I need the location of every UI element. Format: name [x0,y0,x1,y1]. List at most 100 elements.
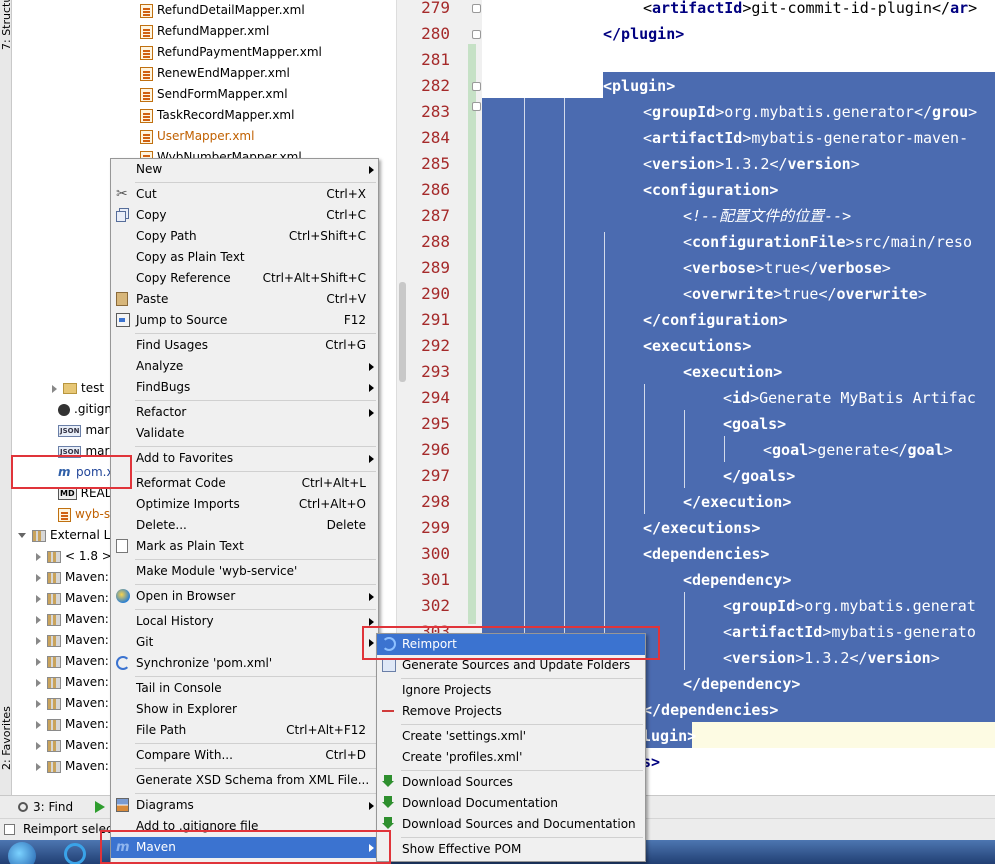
menu-item-reformat-code[interactable]: Reformat Code Ctrl+Alt+L [111,473,378,494]
menu-item-compare-with[interactable]: Compare With... Ctrl+D [111,745,378,766]
menu-item-synchronize-pom-xml[interactable]: Synchronize 'pom.xml' [111,653,378,674]
tree-item[interactable]: RefundPaymentMapper.xml [140,42,322,63]
menu-item-download-sources-and-documentation[interactable]: Download Sources and Documentation [377,814,645,835]
expand-arrow-icon[interactable] [36,615,41,624]
git-file-icon [58,403,70,416]
start-button[interactable] [8,842,36,864]
expand-arrow-icon[interactable] [36,699,41,708]
run-icon[interactable] [95,801,105,813]
tree-item[interactable]: RefundDetailMapper.xml [140,0,305,21]
menu-item-generate-xsd-schema-from-xml-file[interactable]: Generate XSD Schema from XML File... [111,770,378,791]
fold-marker-icon[interactable] [472,82,481,91]
menu-item-tail-in-console[interactable]: Tail in Console [111,678,378,699]
tree-item[interactable]: UserMapper.xml [140,126,254,147]
tree-scrollbar-thumb[interactable] [399,282,406,382]
expand-arrow-icon[interactable] [36,573,41,582]
menu-item-findbugs[interactable]: FindBugs [111,377,378,398]
menu-item-download-documentation[interactable]: Download Documentation [377,793,645,814]
tree-item[interactable]: Maven: [36,609,109,630]
menu-item-mark-as-plain-text[interactable]: Mark as Plain Text [111,536,378,557]
tree-item[interactable]: Maven: [36,651,109,672]
menu-item-find-usages[interactable]: Find Usages Ctrl+G [111,335,378,356]
menu-item-cut[interactable]: Cut Ctrl+X [111,184,378,205]
expand-arrow-icon[interactable] [36,741,41,750]
status-toggle-icon[interactable] [4,824,15,835]
menu-item-copy-as-plain-text[interactable]: Copy as Plain Text [111,247,378,268]
code-line: </executions> [643,515,760,541]
menu-item-open-in-browser[interactable]: Open in Browser [111,586,378,607]
menu-item-label: Make Module 'wyb-service' [136,564,298,578]
menu-item-git[interactable]: Git [111,632,378,653]
tree-item[interactable]: Maven: [36,693,109,714]
fold-marker-icon[interactable] [472,30,481,39]
collapse-arrow-icon[interactable] [18,533,26,538]
menu-item-copy-path[interactable]: Copy Path Ctrl+Shift+C [111,226,378,247]
menu-item-label: Synchronize 'pom.xml' [136,656,273,670]
menu-item-label: Copy as Plain Text [136,250,245,264]
tree-item[interactable]: Maven: [36,630,109,651]
find-tool-button[interactable]: 3: Find [18,800,73,814]
menu-item-validate[interactable]: Validate [111,423,378,444]
tree-item[interactable]: test [52,378,104,399]
menu-item-refactor[interactable]: Refactor [111,402,378,423]
tree-item[interactable]: wyb-se [58,504,118,525]
menu-item-diagrams[interactable]: Diagrams [111,795,378,816]
menu-item-create-profiles-xml[interactable]: Create 'profiles.xml' [377,747,645,768]
menu-item-label: Find Usages [136,338,209,352]
expand-arrow-icon[interactable] [36,552,41,561]
menu-item-optimize-imports[interactable]: Optimize Imports Ctrl+Alt+O [111,494,378,515]
tree-item[interactable]: Maven: [36,672,109,693]
library-icon [47,592,61,605]
tree-item[interactable]: Maven: [36,714,109,735]
menu-item-add-to-favorites[interactable]: Add to Favorites [111,448,378,469]
line-number: 283 [421,102,450,121]
menu-item-show-effective-pom[interactable]: Show Effective POM [377,839,645,860]
menu-item-copy-reference[interactable]: Copy Reference Ctrl+Alt+Shift+C [111,268,378,289]
tree-item[interactable]: < 1.8 > [36,546,112,567]
menu-item-paste[interactable]: Paste Ctrl+V [111,289,378,310]
menu-item-delete[interactable]: Delete... Delete [111,515,378,536]
fold-marker-icon[interactable] [472,102,481,111]
tree-item[interactable]: Maven: [36,588,109,609]
menu-item-label: Compare With... [136,748,233,762]
code-line: <version>1.3.2</version> [643,155,860,173]
expand-arrow-icon[interactable] [36,657,41,666]
tree-item[interactable]: RefundMapper.xml [140,21,269,42]
menu-item-analyze[interactable]: Analyze [111,356,378,377]
menu-item-new[interactable]: New [111,159,378,180]
menu-item-make-module-wyb-service[interactable]: Make Module 'wyb-service' [111,561,378,582]
expand-arrow-icon[interactable] [36,594,41,603]
menu-item-local-history[interactable]: Local History [111,611,378,632]
expand-arrow-icon[interactable] [36,636,41,645]
xml-tag: <dependency> [683,571,792,589]
menu-item-create-settings-xml[interactable]: Create 'settings.xml' [377,726,645,747]
plain-text-icon [116,539,128,553]
menu-separator [401,770,643,771]
menu-item-file-path[interactable]: File Path Ctrl+Alt+F12 [111,720,378,741]
menu-item-label: Download Sources and Documentation [402,817,636,831]
menu-item-show-in-explorer[interactable]: Show in Explorer [111,699,378,720]
internet-explorer-icon[interactable] [64,843,86,864]
xml-tag-name: groupId [652,103,716,121]
fold-marker-icon[interactable] [472,4,481,13]
submenu-arrow-icon [369,384,374,392]
tree-item[interactable]: Maven: [36,756,109,777]
tree-item[interactable]: SendFormMapper.xml [140,84,288,105]
expand-arrow-icon[interactable] [36,678,41,687]
menu-item-remove-projects[interactable]: Remove Projects [377,701,645,722]
menu-item-copy[interactable]: Copy Ctrl+C [111,205,378,226]
xml-tag-name: groupId [732,597,796,615]
expand-arrow-icon[interactable] [36,762,41,771]
expand-arrow-icon[interactable] [36,720,41,729]
expand-arrow-icon[interactable] [52,384,57,393]
menu-item-download-sources[interactable]: Download Sources [377,772,645,793]
tree-item[interactable]: Maven: [36,735,109,756]
tree-item[interactable]: TaskRecordMapper.xml [140,105,294,126]
menu-item-ignore-projects[interactable]: Ignore Projects [377,680,645,701]
tree-item[interactable]: Maven: [36,567,109,588]
tree-item[interactable]: RenewEndMapper.xml [140,63,290,84]
menu-item-jump-to-source[interactable]: Jump to Source F12 [111,310,378,331]
xml-tag-name: overwrite [836,285,918,303]
json-file-icon: JSON [58,424,82,437]
code-line: <dependencies> [643,541,769,567]
